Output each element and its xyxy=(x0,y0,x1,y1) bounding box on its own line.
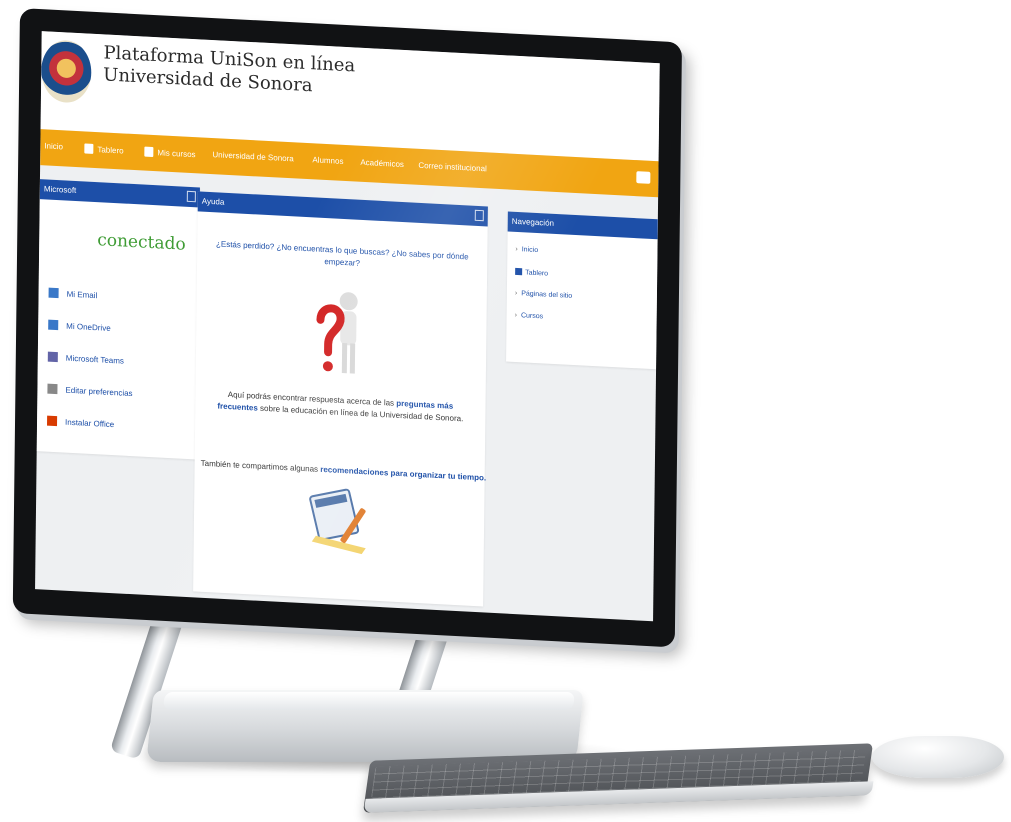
nav-item-alumnos[interactable]: Alumnos xyxy=(312,155,343,166)
link-label: Instalar Office xyxy=(65,417,115,430)
mouse xyxy=(872,736,1004,778)
block-title: Microsoft xyxy=(43,184,77,196)
link-mi-email[interactable]: Mi Email xyxy=(48,287,98,301)
link-editar-preferencias[interactable]: Editar preferencias xyxy=(47,383,133,399)
nav-tree-tablero[interactable]: Tablero xyxy=(515,267,549,278)
link-label: Microsoft Teams xyxy=(65,353,124,366)
help-question: ¿Estás perdido? ¿No encuentras lo que bu… xyxy=(215,239,469,268)
help-recommendations-text: También te compartimos algunas recomenda… xyxy=(200,458,487,484)
monitor: Plataforma UniSon en línea Universidad d… xyxy=(12,8,696,663)
nav-item-label: Tablero xyxy=(97,145,124,156)
settings-icon xyxy=(47,383,58,395)
onedrive-icon xyxy=(48,319,59,331)
user-menu-icon[interactable] xyxy=(636,171,651,184)
office-icon xyxy=(47,415,58,427)
nav-item-label: Mis cursos xyxy=(157,148,196,160)
link-microsoft-teams[interactable]: Microsoft Teams xyxy=(47,351,124,366)
email-icon xyxy=(48,287,59,299)
block-title: Ayuda xyxy=(201,196,225,207)
product-photo: Plataforma UniSon en línea Universidad d… xyxy=(0,0,1011,822)
navigation-block: Navegación › Inicio Tablero › Páginas del … xyxy=(506,211,658,370)
block-menu-icon[interactable] xyxy=(474,209,484,222)
dashboard-icon xyxy=(84,143,94,154)
nav-item-label: Alumnos xyxy=(312,155,344,166)
bullet-icon: › xyxy=(515,245,518,254)
nav-item-mis-cursos[interactable]: Mis cursos xyxy=(144,146,196,160)
nav-item-label: Académicos xyxy=(360,157,404,170)
nav-item-academicos[interactable]: Académicos xyxy=(360,158,404,169)
bullet-icon: › xyxy=(514,311,518,320)
nav-tree-cursos[interactable]: › Cursos xyxy=(515,312,544,320)
nav-tree-paginas[interactable]: › Páginas del sitio xyxy=(515,290,572,300)
recommendations-link[interactable]: recomendaciones para organizar tu tiempo… xyxy=(320,465,486,483)
nav-item-label: Correo institucional xyxy=(418,160,487,174)
nav-tree-label: Cursos xyxy=(520,312,544,321)
block-header: Navegación xyxy=(507,211,658,240)
home-icon xyxy=(515,267,523,276)
block-header: Ayuda xyxy=(197,191,488,227)
university-logo[interactable] xyxy=(40,39,92,104)
nav-tree-label: Tablero xyxy=(525,269,549,278)
nav-tree-inicio[interactable]: › Inicio xyxy=(515,246,538,254)
block-header: Microsoft xyxy=(39,179,200,208)
courses-icon xyxy=(144,146,154,158)
monitor-base-top xyxy=(163,692,575,710)
monitor-bezel: Plataforma UniSon en línea Universidad d… xyxy=(12,8,683,648)
nav-item-tablero[interactable]: Tablero xyxy=(84,143,124,156)
bullet-icon: › xyxy=(514,289,518,298)
nav-item-label: Inicio xyxy=(44,141,64,152)
connection-status: conectado xyxy=(97,230,186,255)
teams-icon xyxy=(47,351,58,363)
link-label: Editar preferencias xyxy=(65,385,133,399)
link-instalar-office[interactable]: Instalar Office xyxy=(47,415,115,430)
calendar-pencil-icon xyxy=(309,488,366,555)
link-label: Mi OneDrive xyxy=(66,321,111,333)
help-faq-text: Aquí podrás encontrar respuesta acerca d… xyxy=(217,389,463,426)
nav-item-inicio[interactable]: Inicio xyxy=(44,141,63,151)
nav-item-label: Universidad de Sonora xyxy=(212,150,294,164)
microsoft-block: Microsoft conectado Mi Email Mi OneDrive… xyxy=(36,179,200,460)
link-mi-onedrive[interactable]: Mi OneDrive xyxy=(48,319,111,333)
monitor-screen: Plataforma UniSon en línea Universidad d… xyxy=(35,31,660,622)
nav-item-unison[interactable]: Universidad de Sonora xyxy=(212,150,293,163)
nav-tree-label: Páginas del sitio xyxy=(521,290,573,300)
help-text2-before: También te compartimos algunas xyxy=(200,458,321,474)
block-title: Navegación xyxy=(511,216,555,228)
block-menu-icon[interactable] xyxy=(186,190,196,203)
question-mark-person-icon xyxy=(316,292,358,374)
link-label: Mi Email xyxy=(66,289,98,301)
help-block: Ayuda ¿Estás perdido? ¿No encuentras lo … xyxy=(193,191,488,607)
nav-tree-label: Inicio xyxy=(521,246,539,255)
nav-item-correo[interactable]: Correo institucional xyxy=(418,161,487,174)
